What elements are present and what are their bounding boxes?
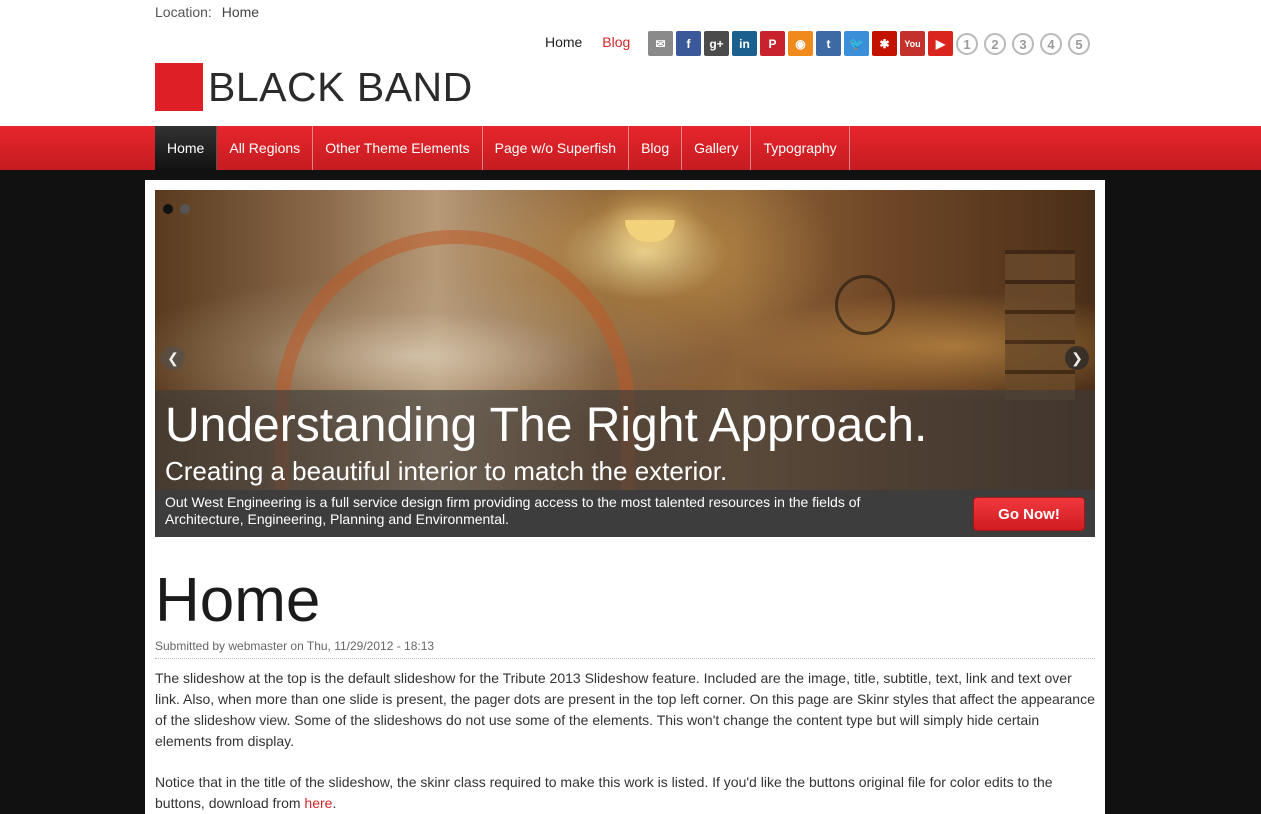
- nav-item-blog[interactable]: Blog: [629, 126, 683, 170]
- submitted-info: Submitted by webmaster on Thu, 11/29/201…: [155, 639, 435, 653]
- body-paragraph-1: The slideshow at the top is the default …: [155, 670, 1095, 749]
- divider: [155, 658, 1095, 659]
- nav-menu: Home All Regions Other Theme Elements Page …: [155, 126, 850, 170]
- nav-item-home[interactable]: Home: [155, 126, 218, 170]
- slide-image-lamp: [625, 220, 675, 242]
- linkedin-icon[interactable]: in: [732, 31, 757, 56]
- next-slide-icon[interactable]: ❯: [1065, 346, 1089, 370]
- number-2-icon[interactable]: 2: [984, 33, 1006, 55]
- nav-item-gallery[interactable]: Gallery: [682, 126, 752, 170]
- email-icon[interactable]: ✉: [648, 31, 673, 56]
- pinterest-icon[interactable]: P: [760, 31, 785, 56]
- slide-title: Understanding The Right Approach.: [165, 399, 928, 452]
- download-here-link[interactable]: here: [304, 795, 332, 811]
- tumblr-icon[interactable]: t: [816, 31, 841, 56]
- slide-subtitle: Creating a beautiful interior to match t…: [165, 456, 728, 486]
- nav-item-page-w-o-superfish[interactable]: Page w/o Superfish: [483, 126, 630, 170]
- top-link-blog[interactable]: Blog: [602, 34, 630, 50]
- nav-item-other-theme-elements[interactable]: Other Theme Elements: [313, 126, 483, 170]
- nav-item-typography[interactable]: Typography: [751, 126, 850, 170]
- youtube-play-icon[interactable]: ▶: [928, 31, 953, 56]
- breadcrumb: Location: Home: [155, 4, 259, 20]
- slide-image-bookshelf: [1005, 250, 1075, 400]
- slide-image-clock: [835, 275, 895, 335]
- body-paragraph-2-end: .: [332, 795, 337, 811]
- number-4-icon[interactable]: 4: [1040, 33, 1062, 55]
- breadcrumb-home-link[interactable]: Home: [222, 4, 259, 20]
- site-logo[interactable]: BLACK BAND: [155, 63, 473, 111]
- social-icons: ✉ f g+ in P ◉ t 🐦 ✱ You ▶ 1 2 3 4 5: [648, 31, 1096, 56]
- pager-dot-2[interactable]: [180, 204, 190, 214]
- number-5-icon[interactable]: 5: [1068, 33, 1090, 55]
- slideshow-pager: [163, 204, 197, 214]
- logo-text: BLACK BAND: [208, 64, 473, 110]
- go-now-button[interactable]: Go Now!: [973, 497, 1085, 531]
- rss-icon[interactable]: ◉: [788, 31, 813, 56]
- youtube-icon[interactable]: You: [900, 31, 925, 56]
- top-link-home[interactable]: Home: [545, 34, 582, 50]
- body-paragraph-2-text: Notice that in the title of the slidesho…: [155, 774, 1053, 811]
- google-plus-icon[interactable]: g+: [704, 31, 729, 56]
- previous-slide-icon[interactable]: ❮: [161, 346, 185, 370]
- body-paragraph-2: Notice that in the title of the slidesho…: [155, 772, 1097, 814]
- slideshow: ❮ ❯ Understanding The Right Approach. Cr…: [155, 190, 1095, 537]
- twitter-icon[interactable]: 🐦: [844, 31, 869, 56]
- facebook-icon[interactable]: f: [676, 31, 701, 56]
- nav-item-all-regions[interactable]: All Regions: [217, 126, 314, 170]
- yelp-icon[interactable]: ✱: [872, 31, 897, 56]
- header: Location: Home Home Blog ✉ f g+ in P ◉ t 🐦 ✱ You ▶…: [0, 0, 1261, 126]
- breadcrumb-label: Location:: [155, 4, 212, 20]
- slide-text: Out West Engineering is a full service d…: [165, 494, 861, 527]
- main-content: ❮ ❯ Understanding The Right Approach. Cr…: [145, 180, 1105, 814]
- top-links: Home Blog: [545, 34, 646, 50]
- main-navigation: Home All Regions Other Theme Elements Page …: [0, 126, 1261, 170]
- logo-square-icon: [155, 63, 203, 111]
- page-title: Home: [155, 566, 321, 635]
- number-3-icon[interactable]: 3: [1012, 33, 1034, 55]
- pager-dot-1[interactable]: [163, 204, 173, 214]
- number-1-icon[interactable]: 1: [956, 33, 978, 55]
